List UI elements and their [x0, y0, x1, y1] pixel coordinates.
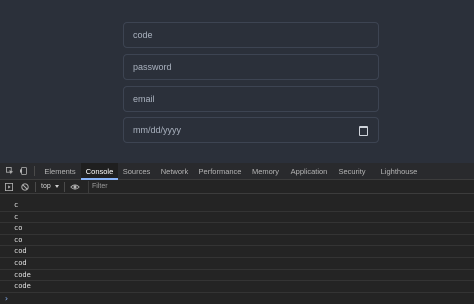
tab-network[interactable]: Network — [156, 163, 193, 180]
console-line: code — [0, 281, 474, 293]
code-placeholder: code — [133, 30, 153, 40]
tab-separator — [34, 166, 35, 176]
console-line: code — [0, 270, 474, 282]
devtools-tab-bar: Elements Console Sources Network Perform… — [0, 163, 474, 180]
tab-performance[interactable]: Performance — [196, 163, 244, 180]
toolbar-separator — [35, 182, 36, 192]
tab-security[interactable]: Security — [335, 163, 369, 180]
tab-memory[interactable]: Memory — [248, 163, 283, 180]
chevron-down-icon — [55, 185, 59, 188]
email-input[interactable]: email — [123, 86, 379, 112]
console-line: c — [0, 212, 474, 224]
sidebar-toggle-icon[interactable] — [5, 183, 13, 191]
console-output: c c co co cod cod code code › — [0, 194, 474, 304]
tab-application[interactable]: Application — [287, 163, 331, 180]
page-content: code password email mm/dd/yyyy — [0, 0, 474, 163]
console-line: cod — [0, 258, 474, 270]
toolbar-separator — [64, 182, 65, 192]
console-prompt[interactable]: › — [4, 294, 9, 303]
device-toolbar-icon[interactable] — [20, 167, 28, 175]
console-line: cod — [0, 246, 474, 258]
devtools-panel: Elements Console Sources Network Perform… — [0, 163, 474, 304]
console-line: co — [0, 223, 474, 235]
date-input[interactable]: mm/dd/yyyy — [123, 117, 379, 143]
code-input[interactable]: code — [123, 22, 379, 48]
tab-sources[interactable]: Sources — [120, 163, 153, 180]
console-line: c — [0, 200, 474, 212]
context-selector[interactable]: top — [41, 181, 51, 193]
password-input[interactable]: password — [123, 54, 379, 80]
clear-console-icon[interactable] — [21, 183, 29, 191]
tab-elements[interactable]: Elements — [40, 163, 80, 180]
console-toolbar: top Filter — [0, 180, 474, 194]
inspect-element-icon[interactable] — [6, 167, 14, 175]
filter-input[interactable] — [88, 181, 474, 193]
password-placeholder: password — [133, 62, 172, 72]
live-expression-eye-icon[interactable] — [70, 183, 80, 191]
console-line: co — [0, 235, 474, 247]
filter-placeholder: Filter — [92, 183, 108, 190]
calendar-icon[interactable] — [359, 126, 368, 136]
tab-console[interactable]: Console — [81, 163, 118, 180]
tab-lighthouse[interactable]: Lighthouse — [376, 163, 422, 180]
date-placeholder: mm/dd/yyyy — [133, 125, 182, 135]
email-placeholder: email — [133, 94, 155, 104]
